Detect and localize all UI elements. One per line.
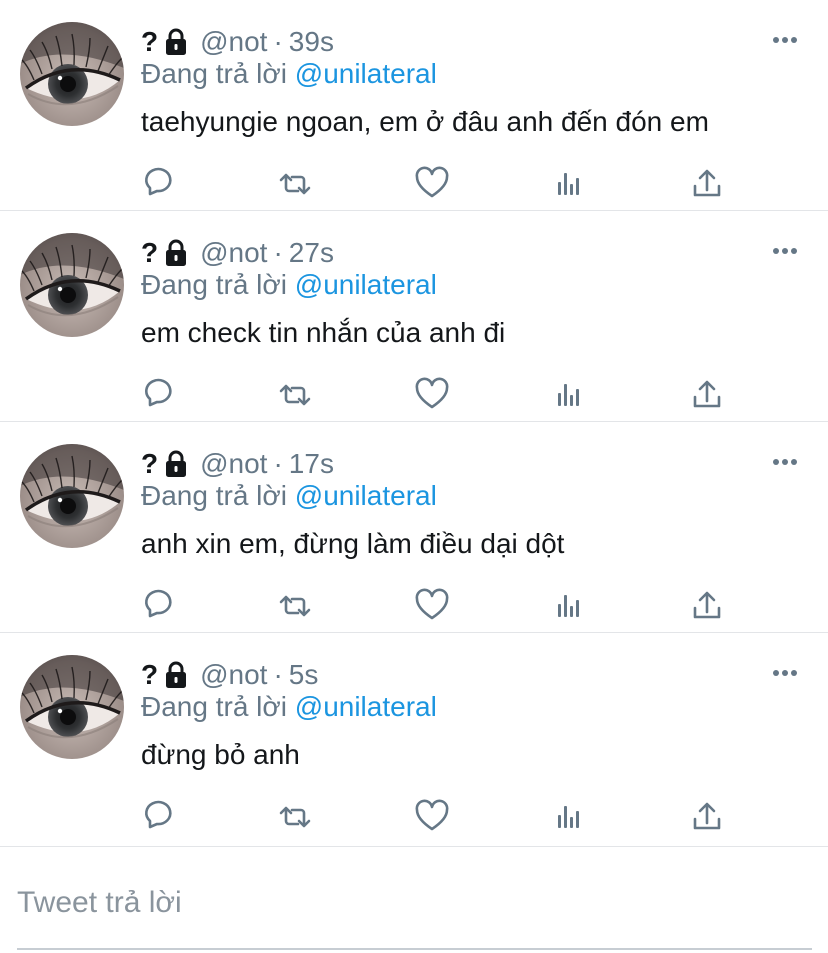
tweet-text: đừng bỏ anh	[141, 739, 300, 770]
more-options-icon[interactable]	[772, 663, 798, 683]
analytics-icon[interactable]	[552, 797, 588, 837]
tweet[interactable]: ? @not · 5s Đang trả lời @unilateral đừn…	[0, 633, 828, 847]
avatar-eye-image	[20, 655, 124, 759]
share-icon[interactable]	[689, 164, 725, 204]
reply-icon[interactable]	[140, 164, 176, 204]
tweet[interactable]: ? @not · 39s Đang trả lời @unilateral ta…	[0, 0, 828, 211]
tweet-header: ? @not · 39s	[141, 22, 334, 62]
reply-composer[interactable]	[17, 872, 812, 950]
avatar[interactable]	[20, 444, 124, 548]
replying-to: Đang trả lời @unilateral	[141, 691, 437, 723]
retweet-icon[interactable]	[277, 164, 313, 204]
tweet[interactable]: ? @not · 17s Đang trả lời @unilateral an…	[0, 422, 828, 633]
heart-icon[interactable]	[414, 797, 450, 837]
timestamp[interactable]: 5s	[289, 659, 319, 691]
tweet-actions	[0, 375, 828, 415]
tweet-text: em check tin nhắn của anh đi	[141, 317, 506, 348]
tweet-thread: ? @not · 39s Đang trả lời @unilateral ta…	[0, 0, 828, 847]
lock-icon	[164, 661, 188, 689]
display-name[interactable]: ?	[141, 26, 158, 58]
tweet-text: anh xin em, đừng làm điều dại dột	[141, 528, 565, 559]
heart-icon[interactable]	[414, 164, 450, 204]
avatar[interactable]	[20, 22, 124, 126]
avatar-eye-image	[20, 444, 124, 548]
display-name[interactable]: ?	[141, 237, 158, 269]
replying-to: Đang trả lời @unilateral	[141, 58, 437, 90]
lock-icon	[164, 239, 188, 267]
analytics-icon[interactable]	[552, 164, 588, 204]
share-icon[interactable]	[689, 797, 725, 837]
tweet-header: ? @not · 17s	[141, 444, 334, 484]
share-icon[interactable]	[689, 375, 725, 415]
timestamp[interactable]: 39s	[289, 26, 334, 58]
mention-link[interactable]: @unilateral	[295, 58, 437, 89]
handle[interactable]: @not	[200, 26, 267, 58]
more-options-icon[interactable]	[772, 452, 798, 472]
retweet-icon[interactable]	[277, 375, 313, 415]
tweet-actions	[0, 797, 828, 837]
separator-dot: ·	[273, 659, 283, 690]
handle[interactable]: @not	[200, 659, 267, 691]
display-name[interactable]: ?	[141, 448, 158, 480]
tweet-header: ? @not · 27s	[141, 233, 334, 273]
tweet-text: taehyungie ngoan, em ở đâu anh đến đón e…	[141, 106, 709, 137]
tweet[interactable]: ? @not · 27s Đang trả lời @unilateral em…	[0, 211, 828, 422]
separator-dot: ·	[273, 448, 283, 479]
lock-icon	[164, 450, 188, 478]
avatar-eye-image	[20, 22, 124, 126]
reply-icon[interactable]	[140, 586, 176, 626]
lock-icon	[164, 28, 188, 56]
reply-input[interactable]	[17, 872, 812, 934]
reply-icon[interactable]	[140, 797, 176, 837]
analytics-icon[interactable]	[552, 586, 588, 626]
mention-link[interactable]: @unilateral	[295, 269, 437, 300]
mention-link[interactable]: @unilateral	[295, 480, 437, 511]
avatar-eye-image	[20, 233, 124, 337]
separator-dot: ·	[273, 26, 283, 57]
tweet-header: ? @not · 5s	[141, 655, 318, 695]
avatar[interactable]	[20, 655, 124, 759]
separator-dot: ·	[273, 237, 283, 268]
replying-to-label: Đang trả lời	[141, 269, 287, 300]
tweet-actions	[0, 586, 828, 626]
timestamp[interactable]: 27s	[289, 237, 334, 269]
heart-icon[interactable]	[414, 375, 450, 415]
replying-to: Đang trả lời @unilateral	[141, 269, 437, 301]
mention-link[interactable]: @unilateral	[295, 691, 437, 722]
replying-to: Đang trả lời @unilateral	[141, 480, 437, 512]
retweet-icon[interactable]	[277, 797, 313, 837]
handle[interactable]: @not	[200, 237, 267, 269]
more-options-icon[interactable]	[772, 30, 798, 50]
heart-icon[interactable]	[414, 586, 450, 626]
replying-to-label: Đang trả lời	[141, 480, 287, 511]
replying-to-label: Đang trả lời	[141, 691, 287, 722]
tweet-actions	[0, 164, 828, 204]
handle[interactable]: @not	[200, 448, 267, 480]
avatar[interactable]	[20, 233, 124, 337]
replying-to-label: Đang trả lời	[141, 58, 287, 89]
more-options-icon[interactable]	[772, 241, 798, 261]
share-icon[interactable]	[689, 586, 725, 626]
analytics-icon[interactable]	[552, 375, 588, 415]
display-name[interactable]: ?	[141, 659, 158, 691]
timestamp[interactable]: 17s	[289, 448, 334, 480]
reply-icon[interactable]	[140, 375, 176, 415]
retweet-icon[interactable]	[277, 586, 313, 626]
